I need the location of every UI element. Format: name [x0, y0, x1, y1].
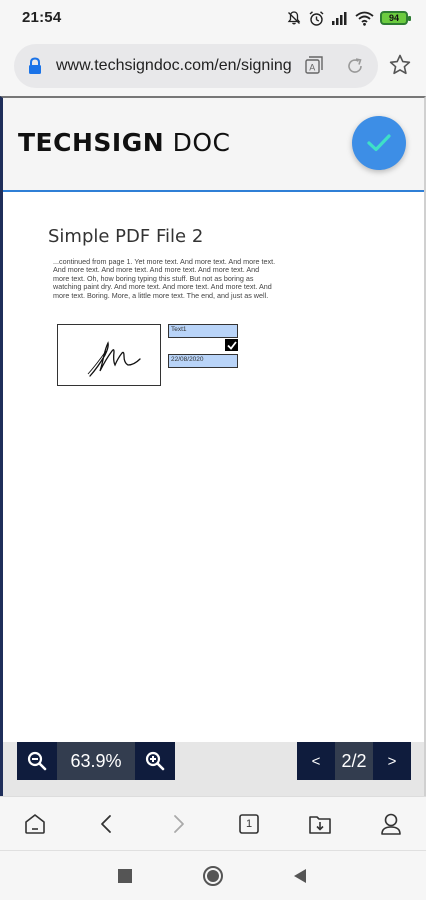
- svg-text:A: A: [309, 63, 315, 73]
- back-button[interactable]: [94, 811, 120, 837]
- checkmark-icon: [367, 134, 391, 152]
- confirm-button[interactable]: [352, 116, 406, 170]
- web-page: TECHSIGN DOC Simple PDF File 2 ...contin…: [0, 96, 426, 798]
- zoom-controls: 63.9%: [17, 742, 175, 780]
- reload-icon[interactable]: [344, 55, 366, 77]
- viewer-controls-bar: 63.9% < 2/2 >: [3, 742, 424, 798]
- profile-button[interactable]: [378, 811, 404, 837]
- checkbox-field[interactable]: [225, 339, 238, 351]
- back-icon: [101, 815, 111, 833]
- status-bar: 21:54 94: [0, 0, 426, 36]
- status-icons: 94: [286, 8, 411, 28]
- tabs-button[interactable]: 1: [236, 811, 262, 837]
- zoom-in-icon: [145, 751, 165, 771]
- forward-button[interactable]: [165, 811, 191, 837]
- wifi-icon: [355, 11, 374, 26]
- recents-icon: [118, 869, 132, 883]
- app-header: TECHSIGN DOC: [3, 98, 424, 192]
- browser-toolbar: www.techsigndoc.com/en/signing A: [0, 36, 426, 96]
- document-body: ...continued from page 1. Yet more text.…: [53, 257, 276, 300]
- system-nav-bar: [0, 850, 426, 900]
- browser-bottom-nav: 1: [0, 796, 426, 850]
- recents-button[interactable]: [114, 865, 136, 887]
- logo-light-text: DOC: [164, 128, 231, 157]
- logo-bold-text: TECHSIGN: [18, 128, 165, 157]
- system-home-button[interactable]: [202, 865, 224, 887]
- url-text[interactable]: www.techsigndoc.com/en/signing: [56, 57, 292, 75]
- home-icon: [25, 814, 45, 834]
- back-triangle-icon: [294, 869, 306, 883]
- next-page-button[interactable]: >: [373, 742, 411, 780]
- text-field[interactable]: Text1: [168, 324, 238, 338]
- alarm-icon: [309, 10, 324, 26]
- signature-image: [87, 341, 141, 377]
- downloads-button[interactable]: [307, 811, 333, 837]
- page-indicator: 2/2: [335, 742, 373, 780]
- techsign-logo: TECHSIGN DOC: [18, 128, 231, 157]
- forward-icon: [174, 815, 184, 833]
- mute-bell-icon: [287, 11, 301, 25]
- address-bar[interactable]: www.techsigndoc.com/en/signing A: [14, 44, 378, 88]
- tab-count: 1: [245, 818, 253, 830]
- status-time: 21:54: [22, 9, 62, 26]
- zoom-out-button[interactable]: [17, 742, 57, 780]
- prev-page-button[interactable]: <: [297, 742, 335, 780]
- signature-box[interactable]: [57, 324, 161, 386]
- checkbox-check-icon: [226, 340, 237, 350]
- zoom-out-icon: [27, 751, 47, 771]
- date-field[interactable]: 22/08/2020: [168, 354, 238, 368]
- system-back-button[interactable]: [289, 865, 311, 887]
- battery-icon: 94: [380, 11, 411, 25]
- profile-icon: [381, 813, 401, 835]
- home-button[interactable]: [22, 811, 48, 837]
- translate-icon[interactable]: A: [303, 55, 325, 77]
- battery-level: 94: [388, 13, 399, 23]
- star-icon[interactable]: [388, 53, 412, 77]
- home-circle-icon: [203, 866, 223, 886]
- lock-icon[interactable]: [27, 57, 43, 75]
- signal-icon: [332, 12, 347, 25]
- page-controls: < 2/2 >: [297, 742, 411, 780]
- document-title: Simple PDF File 2: [48, 226, 204, 247]
- zoom-level: 63.9%: [57, 742, 135, 780]
- downloads-icon: [309, 816, 331, 834]
- zoom-in-button[interactable]: [135, 742, 175, 780]
